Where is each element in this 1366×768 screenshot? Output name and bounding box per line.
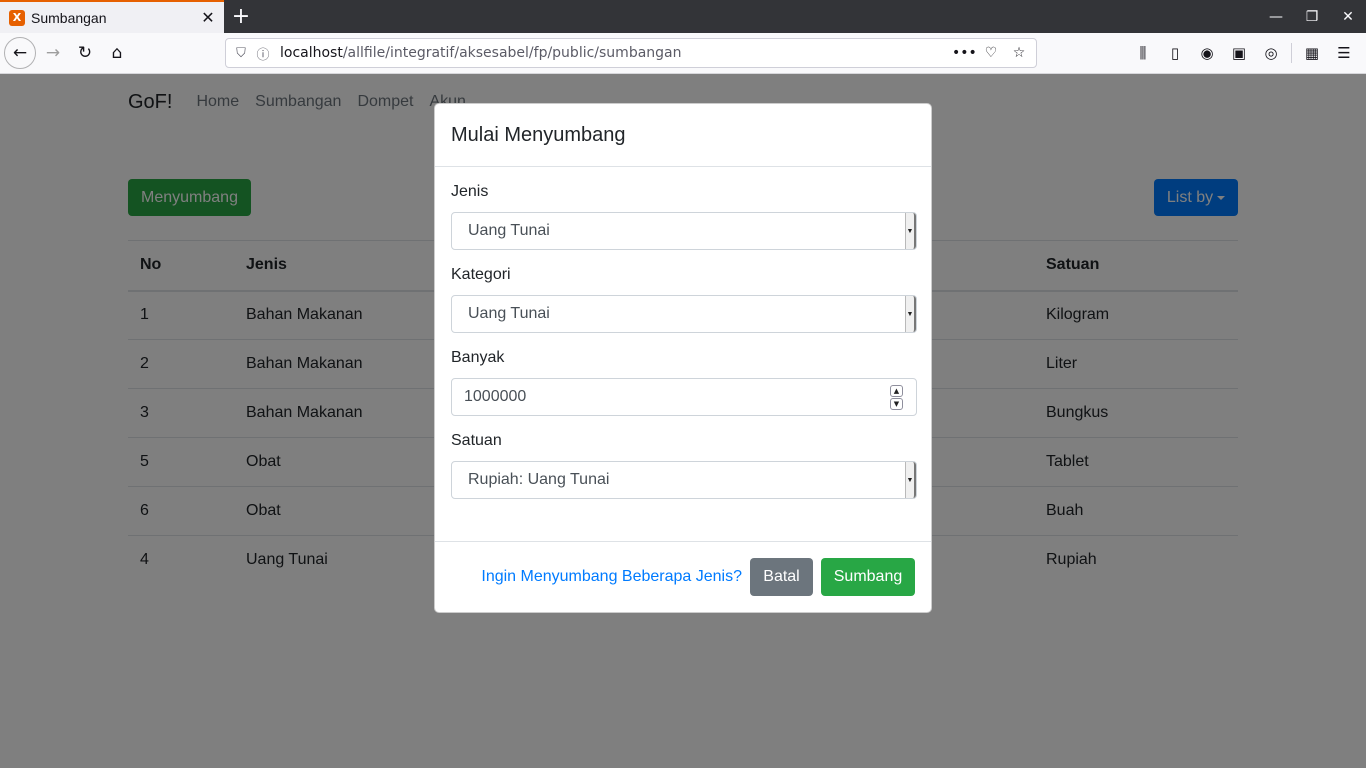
extensions-puzzle-icon[interactable]: ▦ bbox=[1296, 38, 1328, 68]
sidebar-icon[interactable]: ▯ bbox=[1159, 38, 1191, 68]
close-tab-icon[interactable]: ✕ bbox=[198, 8, 218, 28]
kategori-label: Kategori bbox=[451, 266, 511, 283]
satuan-label: Satuan bbox=[451, 432, 502, 449]
url-text[interactable]: localhost/allfile/integratif/aksesabel/f… bbox=[280, 45, 952, 61]
modal-header: Mulai Menyumbang bbox=[435, 104, 931, 167]
xampp-favicon-icon: X bbox=[9, 9, 25, 26]
dropdown-arrow-icon[interactable]: ▼ bbox=[905, 213, 916, 249]
browser-toolbar: ← → ↻ ⌂ ⛉ ⓘ localhost/allfile/integratif… bbox=[0, 33, 1366, 74]
reload-icon[interactable]: ↻ bbox=[70, 38, 100, 68]
step-down-icon[interactable]: ▼ bbox=[890, 398, 903, 410]
step-up-icon[interactable]: ▲ bbox=[890, 385, 903, 397]
restore-icon[interactable]: ❐ bbox=[1294, 0, 1330, 33]
number-stepper[interactable]: ▲ ▼ bbox=[890, 385, 904, 410]
donation-modal: Mulai Menyumbang Jenis Uang Tunai ▼ Kate… bbox=[434, 103, 932, 613]
back-icon[interactable]: ← bbox=[4, 37, 36, 69]
modal-footer: Ingin Menyumbang Beberapa Jenis? Batal S… bbox=[435, 541, 931, 612]
toolbar-separator bbox=[1291, 43, 1292, 63]
jenis-select[interactable]: Uang Tunai ▼ bbox=[451, 212, 917, 250]
form-group-satuan: Satuan Rupiah: Uang Tunai ▼ bbox=[451, 432, 917, 499]
banyak-value: 1000000 bbox=[464, 388, 527, 405]
extension-icon[interactable]: ◎ bbox=[1255, 38, 1287, 68]
forward-icon[interactable]: → bbox=[38, 38, 68, 68]
home-icon[interactable]: ⌂ bbox=[102, 38, 132, 68]
banyak-number-input[interactable]: 1000000 ▲ ▼ bbox=[451, 378, 917, 416]
multi-donation-link[interactable]: Ingin Menyumbang Beberapa Jenis? bbox=[481, 568, 742, 586]
jenis-selected-value: Uang Tunai bbox=[468, 222, 550, 239]
modal-title: Mulai Menyumbang bbox=[451, 123, 626, 146]
form-group-banyak: Banyak 1000000 ▲ ▼ bbox=[451, 349, 917, 416]
bookmark-star-icon[interactable]: ☆ bbox=[1008, 45, 1030, 61]
form-group-kategori: Kategori Uang Tunai ▼ bbox=[451, 266, 917, 333]
address-bar[interactable]: ⛉ ⓘ localhost/allfile/integratif/aksesab… bbox=[225, 38, 1037, 68]
account-icon[interactable]: ◉ bbox=[1191, 38, 1223, 68]
form-group-jenis: Jenis Uang Tunai ▼ bbox=[451, 183, 917, 250]
satuan-selected-value: Rupiah: Uang Tunai bbox=[468, 471, 610, 488]
close-window-icon[interactable]: ✕ bbox=[1330, 0, 1366, 33]
container-icon[interactable]: ▣ bbox=[1223, 38, 1255, 68]
menu-hamburger-icon[interactable]: ☰ bbox=[1328, 38, 1360, 68]
minimize-icon[interactable]: — bbox=[1258, 0, 1294, 33]
kategori-select[interactable]: Uang Tunai ▼ bbox=[451, 295, 917, 333]
modal-body: Jenis Uang Tunai ▼ Kategori Uang Tunai ▼… bbox=[435, 167, 931, 499]
page-actions-icon[interactable]: ••• bbox=[952, 45, 977, 61]
url-host: localhost bbox=[280, 45, 343, 61]
tab-title: Sumbangan bbox=[31, 9, 107, 26]
browser-tab[interactable]: X Sumbangan ✕ bbox=[0, 0, 224, 33]
browser-tab-bar: X Sumbangan ✕ + — ❐ ✕ bbox=[0, 0, 1366, 33]
submit-donation-button[interactable]: Sumbang bbox=[821, 558, 915, 596]
satuan-select[interactable]: Rupiah: Uang Tunai ▼ bbox=[451, 461, 917, 499]
jenis-label: Jenis bbox=[451, 183, 489, 200]
banyak-label: Banyak bbox=[451, 349, 505, 366]
dropdown-arrow-icon[interactable]: ▼ bbox=[905, 296, 916, 332]
dropdown-arrow-icon[interactable]: ▼ bbox=[905, 462, 916, 498]
pocket-icon[interactable]: ♡ bbox=[980, 45, 1002, 61]
info-icon[interactable]: ⓘ bbox=[252, 44, 274, 63]
window-controls: — ❐ ✕ bbox=[1258, 0, 1366, 33]
kategori-selected-value: Uang Tunai bbox=[468, 305, 550, 322]
cancel-button[interactable]: Batal bbox=[750, 558, 813, 596]
library-icon[interactable]: ⫼ bbox=[1127, 38, 1159, 68]
url-path: /allfile/integratif/aksesabel/fp/public/… bbox=[342, 45, 682, 61]
new-tab-icon[interactable]: + bbox=[229, 4, 253, 29]
browser-toolbar-right: ⫼ ▯ ◉ ▣ ◎ ▦ ☰ bbox=[1127, 38, 1360, 68]
shield-icon[interactable]: ⛉ bbox=[230, 46, 252, 61]
